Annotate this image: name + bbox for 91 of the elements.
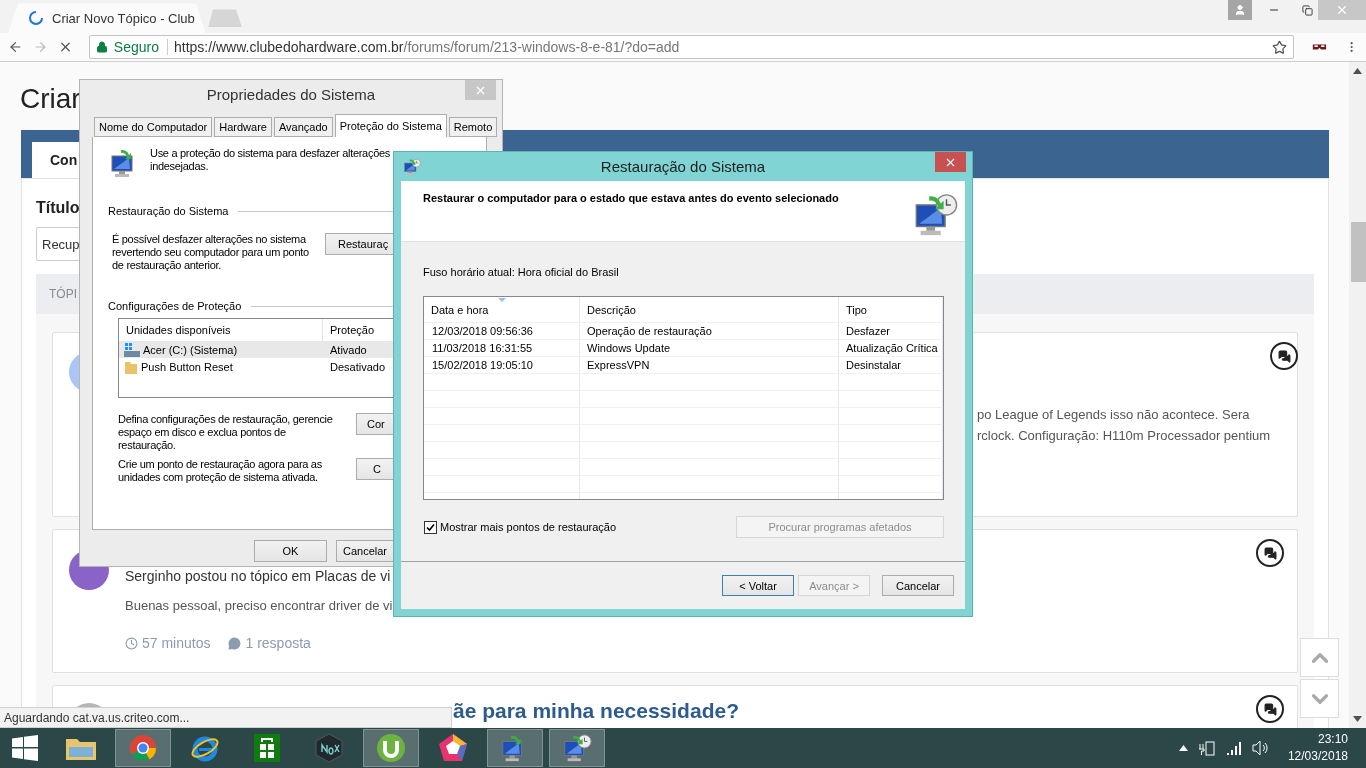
- table-cell: 11/03/2018 16:31:55: [424, 340, 580, 356]
- close-button[interactable]: [935, 152, 966, 172]
- post-excerpt: po League of Legends isso não acontece. Sera rclock. Configuração: H110m Processador pentium: [977, 406, 1271, 445]
- chat-icon[interactable]: [1256, 539, 1284, 567]
- drive-name: Acer (C:) (Sistema): [143, 343, 238, 356]
- restore-point-row[interactable]: 12/03/2018 09:56:36 Operação de restauração Desfazer: [424, 323, 943, 340]
- table-cell: Desinstalar: [839, 357, 943, 373]
- checkbox-label[interactable]: Mostrar mais pontos de restauração: [440, 521, 617, 533]
- computer-clock-icon: [403, 158, 421, 176]
- volume-icon[interactable]: [1251, 740, 1270, 756]
- drive-icon: [124, 342, 140, 357]
- create-description: Crie um ponto de restauração agora para as unidades com proteção de sistema ativada.: [118, 458, 322, 484]
- clock-icon: [125, 636, 138, 650]
- browser-tab[interactable]: Criar Novo Tópico - Club: [8, 3, 206, 34]
- checkbox[interactable]: [424, 520, 437, 534]
- caret-up-icon[interactable]: [1178, 745, 1188, 751]
- title-label: Título: [36, 199, 80, 218]
- chat-icon[interactable]: [1256, 695, 1284, 723]
- wizard-heading: Restaurar o computador para o estado que estava antes do evento selecionado: [423, 192, 839, 206]
- comment-icon: [228, 636, 242, 650]
- chat-icon[interactable]: [1270, 342, 1299, 370]
- dialog-button[interactable]: OK: [254, 540, 327, 562]
- clock-time[interactable]: 23:10: [1317, 731, 1348, 748]
- drive-row[interactable]: Push Button Reset Desativado: [119, 358, 394, 375]
- table-cell: Windows Update: [580, 340, 839, 356]
- group-title: Configurações de Proteção: [108, 300, 242, 312]
- address-bar[interactable]: Seguro https://www.clubedohardware.com.br/forums/forum/213-windows-8-e-81/?do=add: [88, 35, 1294, 60]
- restore-point-row[interactable]: 15/02/2018 19:05:10 ExpressVPN Desinstalar: [424, 357, 943, 374]
- drive-name: Push Button Reset: [141, 360, 233, 373]
- create-button[interactable]: C: [356, 458, 394, 480]
- clock-date[interactable]: 12/03/2018: [1287, 748, 1348, 765]
- window-title: Propriedades do Sistema: [206, 86, 376, 103]
- restore-point-row[interactable]: 11/03/2018 16:31:55 Windows Update Atualização Crítica: [424, 340, 943, 357]
- folder-icon: [124, 359, 138, 374]
- page-heading: Criar: [20, 82, 81, 116]
- round-logo-icon[interactable]: [129, 734, 157, 762]
- hexagon-icon[interactable]: [315, 733, 343, 763]
- table-cell: Operação de restauração: [580, 323, 839, 339]
- close-icon: [1335, 3, 1349, 17]
- signal-icon[interactable]: [1225, 741, 1242, 755]
- computer-clock-icon: [562, 733, 592, 763]
- post-excerpt: Buenas pessoal, preciso encontrar driver de vi: [125, 598, 393, 613]
- battery-icon[interactable]: [1197, 740, 1216, 756]
- scrollbar[interactable]: [1349, 62, 1366, 728]
- config-description: Defina configurações de restauração, gerencie espaço em disco e exclua pontos de restauração.: [118, 413, 333, 452]
- person-icon: [1234, 4, 1246, 16]
- group-title: Restauração do Sistema: [108, 205, 229, 217]
- taskbar-button[interactable]: [363, 729, 419, 767]
- loading-spinner-icon: [28, 10, 44, 27]
- security-label: Seguro: [113, 39, 168, 56]
- dialog-tab[interactable]: Remoto: [448, 117, 498, 137]
- timezone-text: Fuso horário atual: Hora oficial do Brasil: [423, 266, 619, 278]
- dialog-tab[interactable]: Hardware: [214, 117, 272, 137]
- drive-row[interactable]: Acer (C:) (Sistema) Ativado: [119, 341, 394, 358]
- shopping-bag-icon[interactable]: [254, 734, 280, 762]
- scrollbar-thumb[interactable]: [1351, 222, 1366, 282]
- section-label: TÓPI: [49, 287, 77, 301]
- dialog-button[interactable]: Cancelar: [336, 540, 393, 562]
- column-header[interactable]: Tipo: [839, 297, 943, 322]
- protection-status: Ativado: [330, 343, 367, 356]
- column-header[interactable]: Descrição: [580, 297, 839, 322]
- intro-text: Use a proteção do sistema para desfazer alterações indesejadas.: [150, 147, 390, 173]
- lock-icon: [95, 41, 108, 54]
- dialog-tab[interactable]: Nome do Computador: [94, 117, 213, 137]
- table-cell: 15/02/2018 19:05:10: [424, 357, 580, 373]
- restore-icon: [1301, 4, 1313, 16]
- scroll-up-icon[interactable]: [1353, 68, 1362, 74]
- url-text: https://www.clubedohardware.com.br/forums/forum/213-windows-8-e-81/?do=add: [173, 39, 681, 56]
- configure-button[interactable]: Cor: [356, 413, 394, 435]
- post-title-link[interactable]: ãe para minha necessidade?: [453, 698, 739, 723]
- pentagon-icon[interactable]: [438, 733, 468, 763]
- protection-status: Desativado: [330, 360, 386, 373]
- table-cell: Atualização Crítica: [839, 340, 943, 356]
- table-cell: ExpressVPN: [580, 357, 839, 373]
- column-header[interactable]: Data e hora: [424, 297, 580, 322]
- taskbar-button[interactable]: [549, 729, 605, 767]
- table-cell: Desfazer: [839, 323, 943, 339]
- bookmark-star-icon[interactable]: [1271, 39, 1287, 55]
- dialog-tab[interactable]: Proteção do Sistema: [334, 114, 447, 137]
- sort-icon: [498, 298, 506, 302]
- u-shape-circle-icon[interactable]: [376, 733, 406, 763]
- post-time: 57 minutos: [125, 635, 211, 651]
- table-cell: 12/03/2018 09:56:36: [424, 323, 580, 339]
- scroll-down-icon[interactable]: [1353, 716, 1362, 722]
- window-title: Restauração do Sistema: [600, 158, 766, 175]
- windows-logo-icon[interactable]: [12, 735, 38, 761]
- post-byline: Serginho postou no tópico em Placas de vi: [125, 568, 391, 584]
- wizard-button[interactable]: Cancelar: [882, 575, 954, 596]
- wizard-button[interactable]: < Voltar: [722, 575, 794, 596]
- restore-button[interactable]: Restauraç: [325, 233, 394, 255]
- dialog-tab[interactable]: Avançado: [273, 117, 333, 137]
